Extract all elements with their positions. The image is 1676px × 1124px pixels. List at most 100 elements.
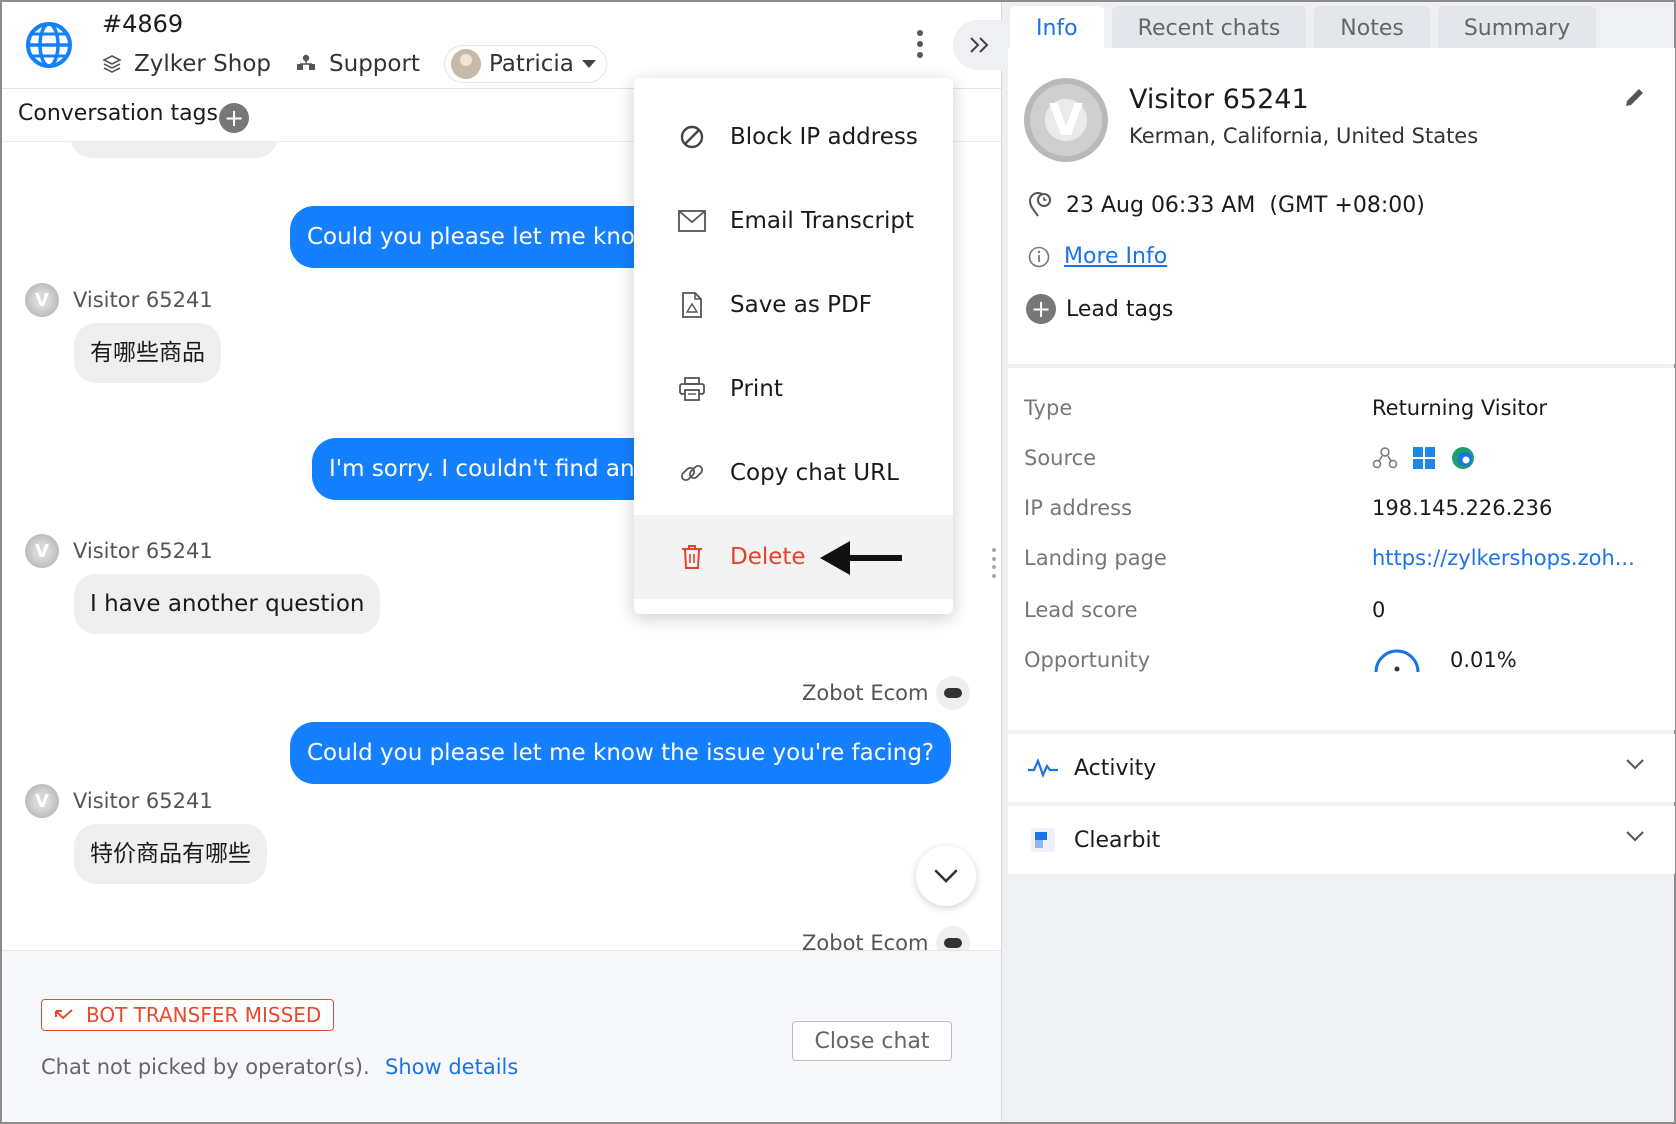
section-clearbit[interactable]: Clearbit bbox=[1008, 806, 1675, 874]
scroll-down-button[interactable] bbox=[916, 846, 976, 906]
resize-handle[interactable] bbox=[992, 548, 998, 578]
more-info-row: More Info bbox=[1028, 244, 1167, 269]
pencil-icon[interactable] bbox=[1624, 86, 1646, 108]
menu-item-copy-url[interactable]: Copy chat URL bbox=[634, 431, 953, 515]
double-chevron-right-icon bbox=[970, 37, 989, 53]
visit-time-value: 23 Aug 06:33 AM bbox=[1066, 192, 1256, 218]
department[interactable]: Zylker Shop bbox=[102, 51, 271, 77]
edge-browser-icon bbox=[1452, 447, 1474, 469]
arrow-left-icon bbox=[820, 541, 902, 575]
sender-name: Visitor 65241 bbox=[73, 539, 213, 563]
source-icons bbox=[1372, 445, 1476, 471]
visit-time: 23 Aug 06:33 AM (GMT +08:00) bbox=[1028, 192, 1425, 218]
sender-name: Zobot Ecom bbox=[802, 681, 929, 705]
message-bubble-partial bbox=[70, 142, 278, 158]
printer-icon bbox=[678, 375, 706, 403]
agent-selector[interactable]: Patricia bbox=[443, 45, 607, 83]
message-bubble-outgoing: Could you please let me know the issue y… bbox=[290, 722, 952, 784]
detail-row-ip: IP address 198.145.226.236 bbox=[1024, 488, 1664, 528]
caret-down-icon bbox=[581, 60, 596, 68]
menu-item-delete[interactable]: Delete bbox=[634, 515, 953, 599]
visitor-info-panel: Info Recent chats Notes Summary V Visito… bbox=[1001, 2, 1675, 1122]
activity-icon bbox=[1026, 751, 1060, 785]
detail-label: Source bbox=[1024, 446, 1097, 470]
menu-item-label: Delete bbox=[730, 544, 806, 570]
detail-label: Type bbox=[1024, 396, 1073, 420]
menu-item-email-transcript[interactable]: Email Transcript bbox=[634, 179, 953, 263]
gauge-icon bbox=[1374, 649, 1420, 673]
detail-row-lead-score: Lead score 0 bbox=[1024, 590, 1664, 630]
menu-item-save-pdf[interactable]: Save as PDF bbox=[634, 263, 953, 347]
block-icon bbox=[678, 123, 706, 151]
team-icon bbox=[297, 54, 316, 70]
visitor-sender: V Visitor 65241 bbox=[25, 534, 213, 568]
section-activity[interactable]: Activity bbox=[1008, 734, 1675, 802]
trash-icon bbox=[678, 543, 706, 571]
collapse-panel-button[interactable] bbox=[953, 20, 1007, 70]
chevron-down-icon bbox=[1626, 831, 1644, 842]
layers-icon bbox=[102, 55, 122, 73]
visitor-details: Type Returning Visitor Source IP address… bbox=[1008, 368, 1675, 730]
close-chat-button[interactable]: Close chat bbox=[792, 1021, 952, 1061]
visitor-avatar: V bbox=[25, 534, 59, 568]
globe-icon bbox=[26, 22, 72, 68]
more-info-link[interactable]: More Info bbox=[1064, 244, 1167, 269]
tab-recent-chats[interactable]: Recent chats bbox=[1111, 6, 1307, 50]
menu-item-label: Copy chat URL bbox=[730, 460, 899, 486]
agent-avatar bbox=[450, 49, 481, 79]
menu-item-block-ip[interactable]: Block IP address bbox=[634, 95, 953, 179]
team-label: Support bbox=[329, 51, 420, 77]
visitor-location: Kerman, California, United States bbox=[1129, 124, 1479, 148]
visitor-avatar: V bbox=[25, 784, 59, 818]
menu-item-print[interactable]: Print bbox=[634, 347, 953, 431]
tab-notes[interactable]: Notes bbox=[1314, 6, 1430, 50]
show-details-link[interactable]: Show details bbox=[385, 1055, 518, 1079]
chat-footer: BOT TRANSFER MISSED Chat not picked by o… bbox=[2, 950, 1001, 1122]
detail-label: Opportunity bbox=[1024, 648, 1151, 672]
lead-tags-row[interactable]: + Lead tags bbox=[1026, 294, 1173, 324]
section-label: Clearbit bbox=[1074, 827, 1161, 853]
bot-avatar-icon bbox=[936, 676, 971, 710]
more-options-icon[interactable] bbox=[910, 24, 930, 64]
detail-row-opportunity: Opportunity 0.01% bbox=[1024, 640, 1664, 680]
pdf-icon bbox=[678, 291, 706, 319]
status-text: Chat not picked by operator(s). bbox=[41, 1055, 370, 1079]
detail-row-source: Source bbox=[1024, 438, 1664, 478]
chevron-down-icon bbox=[934, 869, 958, 883]
message-bubble-outgoing: I'm sorry. I couldn't find any bbox=[312, 438, 672, 500]
windows-icon bbox=[1413, 447, 1435, 469]
detail-value: 0 bbox=[1372, 598, 1386, 622]
link-icon bbox=[678, 459, 706, 487]
panel-tabs: Info Recent chats Notes Summary bbox=[1002, 2, 1675, 50]
menu-item-label: Print bbox=[730, 376, 783, 402]
detail-label: Landing page bbox=[1024, 546, 1167, 570]
message-bubble-incoming: 特价商品有哪些 bbox=[74, 824, 267, 884]
sender-name: Visitor 65241 bbox=[73, 789, 213, 813]
team[interactable]: Support bbox=[295, 51, 420, 77]
chat-id: #4869 bbox=[102, 10, 184, 38]
message-bubble-incoming: I have another question bbox=[74, 574, 381, 634]
menu-item-label: Block IP address bbox=[730, 124, 918, 150]
detail-row-type: Type Returning Visitor bbox=[1024, 388, 1664, 428]
visitor-card: V Visitor 65241 Kerman, California, Unit… bbox=[1008, 48, 1675, 364]
conversation-tags-label: Conversation tags bbox=[18, 101, 218, 126]
detail-value: Returning Visitor bbox=[1372, 396, 1548, 420]
visitor-name: Visitor 65241 bbox=[1129, 84, 1309, 115]
add-lead-tag-icon[interactable]: + bbox=[1026, 294, 1056, 324]
visitor-avatar: V bbox=[25, 283, 59, 317]
landing-page-link[interactable]: https://zylkershops.zoh... bbox=[1372, 546, 1635, 570]
lead-tags-label: Lead tags bbox=[1066, 296, 1174, 322]
mail-icon bbox=[678, 207, 706, 235]
chevron-down-icon bbox=[1626, 759, 1644, 770]
missed-arrow-icon bbox=[55, 1009, 73, 1020]
tab-summary[interactable]: Summary bbox=[1437, 6, 1597, 50]
add-tag-icon[interactable]: + bbox=[219, 103, 249, 133]
visitor-avatar: V bbox=[1024, 78, 1108, 162]
bot-avatar-icon bbox=[936, 926, 971, 950]
chat-meta: Zylker Shop Support Patricia bbox=[102, 45, 607, 83]
sender-name: Zobot Ecom bbox=[802, 931, 929, 950]
chat-options-menu: Block IP address Email Transcript Save a… bbox=[634, 78, 953, 614]
menu-item-label: Email Transcript bbox=[730, 208, 915, 234]
tab-info[interactable]: Info bbox=[1010, 6, 1104, 50]
organic-source-icon bbox=[1372, 447, 1398, 469]
